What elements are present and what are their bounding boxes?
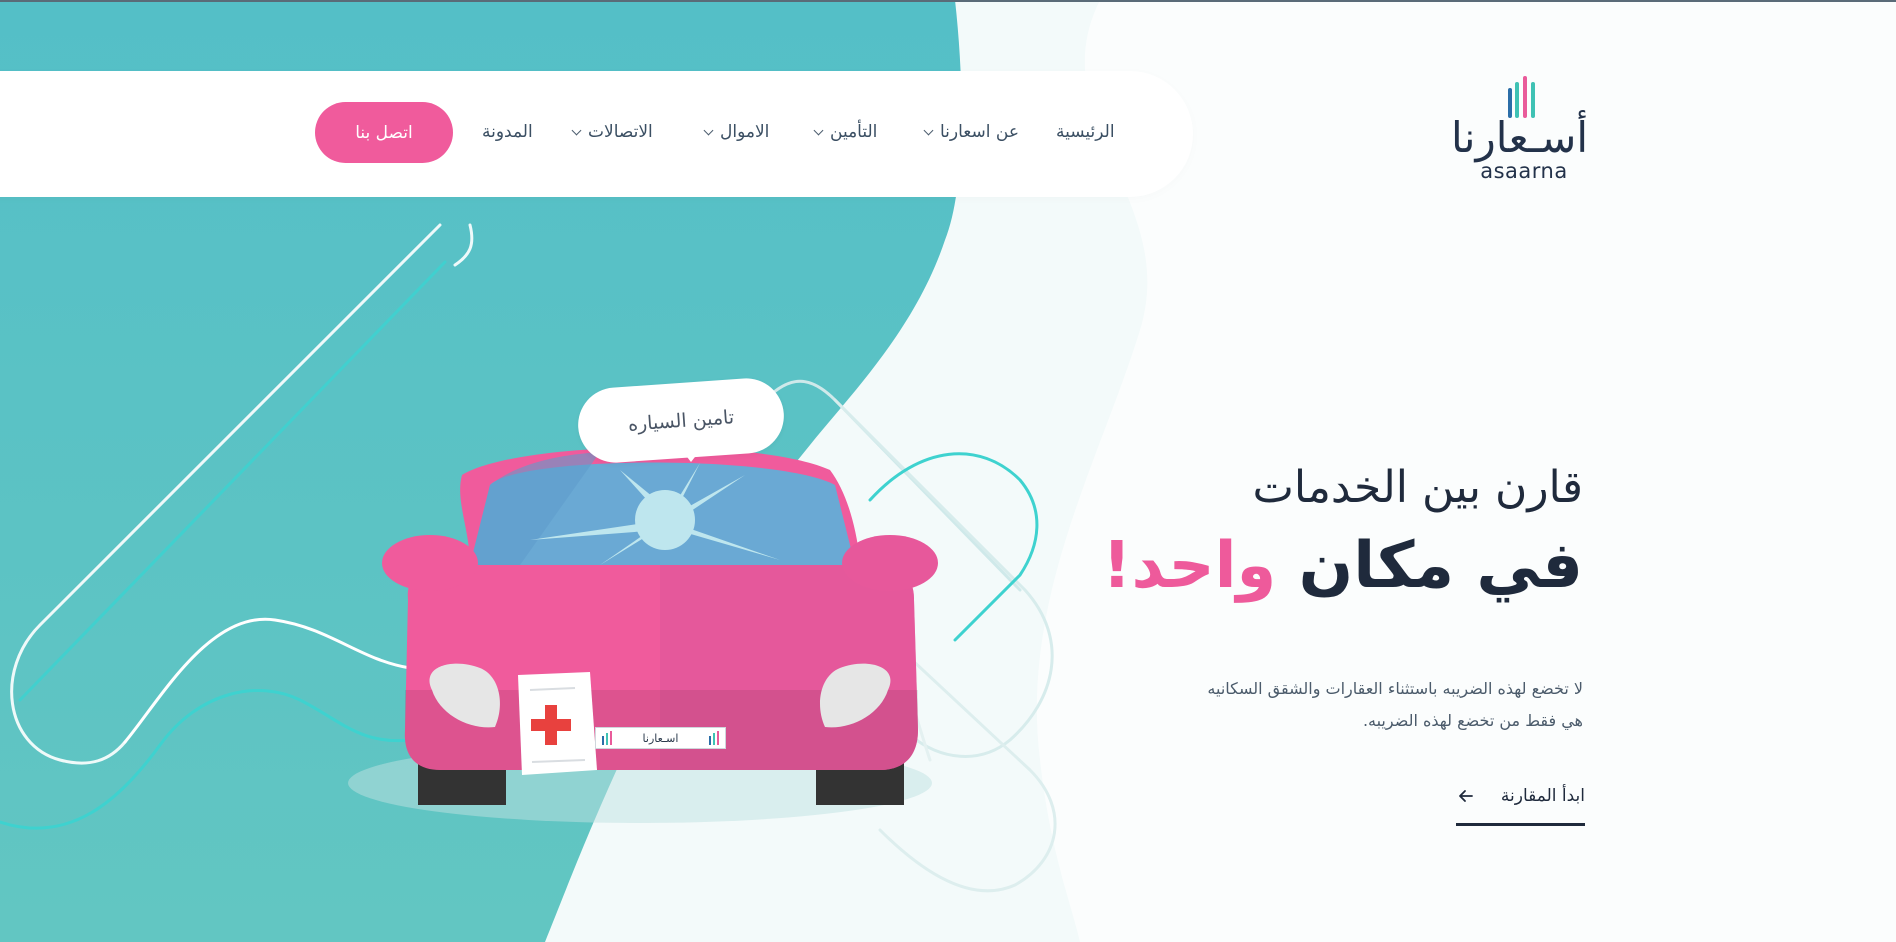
hero-description-line1: لا تخضع لهذه الضريبه باستثناء العقارات و… <box>1207 679 1583 698</box>
logo-latin: asaarna <box>1480 159 1568 183</box>
top-border <box>0 0 1896 2</box>
nav-item-label: المدونة <box>482 122 533 142</box>
logo[interactable]: أسـعارنا asaarna <box>1451 76 1590 186</box>
license-plate: اسـعارنا <box>595 727 726 749</box>
nav-item-insurance[interactable]: التأمين <box>813 118 878 146</box>
speech-bubble-text: تامين السياره <box>627 405 735 436</box>
hero-title-dark: في مكان <box>1298 529 1583 603</box>
nav-item-label: الاتصالات <box>588 122 653 142</box>
chevron-down-icon <box>813 125 824 135</box>
start-comparison-underline <box>1456 823 1585 826</box>
chevron-down-icon <box>571 125 582 135</box>
nav-item-telecom[interactable]: الاتصالات <box>571 118 653 146</box>
speech-bubble-tail <box>680 448 702 462</box>
license-plate-text: اسـعارنا <box>642 731 679 745</box>
contact-us-button[interactable]: اتصل بنا <box>315 102 453 163</box>
plate-logo-icon <box>602 731 612 745</box>
hero-title-highlight: واحد! <box>1102 529 1277 603</box>
nav-item-label: عن اسعارنا <box>940 122 1019 142</box>
chevron-down-icon <box>703 125 714 135</box>
hero-description: لا تخضع لهذه الضريبه باستثناء العقارات و… <box>1123 673 1583 737</box>
nav-item-blog[interactable]: المدونة <box>482 118 533 146</box>
chevron-down-icon <box>923 125 934 135</box>
logo-bars-icon <box>1508 76 1535 118</box>
start-comparison-link[interactable]: ابدأ المقارنة <box>1456 780 1585 826</box>
hero-title-line2: في مكان واحد! <box>1102 529 1583 603</box>
hero-title-line1: قارن بين الخدمات <box>1252 462 1583 513</box>
logo-arabic: أسـعارنا <box>1451 113 1588 162</box>
arrow-left-icon <box>1459 790 1473 802</box>
nav-item-label: الاموال <box>720 122 770 142</box>
nav-item-label: الرئيسية <box>1056 122 1115 142</box>
start-comparison-label: ابدأ المقارنة <box>1500 786 1585 806</box>
car-illustration <box>348 447 938 823</box>
nav-item-label: التأمين <box>830 122 878 142</box>
nav-item-home[interactable]: الرئيسية <box>1056 118 1115 146</box>
nav-item-about[interactable]: عن اسعارنا <box>923 118 1019 146</box>
nav-item-finance[interactable]: الاموال <box>703 118 770 146</box>
plate-logo-icon <box>708 731 719 745</box>
hero-description-line2: هي فقط من تخضع لهذه الضريبه. <box>1362 711 1583 730</box>
